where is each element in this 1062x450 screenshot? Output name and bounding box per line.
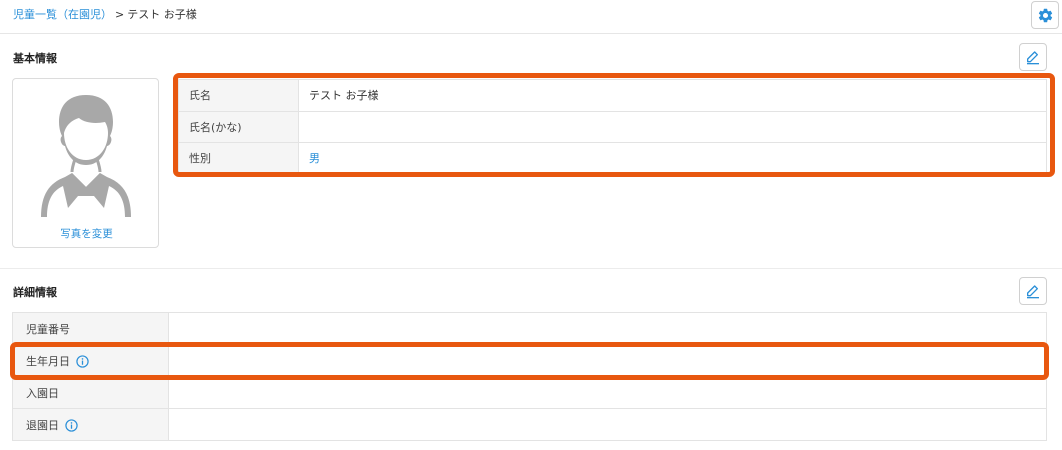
breadcrumb: 児童一覧（在園児） > テスト お子様 bbox=[13, 8, 197, 22]
birthdate-label: 生年月日 bbox=[26, 354, 70, 368]
photo-card: 写真を変更 bbox=[12, 78, 159, 248]
settings-button[interactable] bbox=[1031, 1, 1059, 29]
detail-info-title: 詳細情報 bbox=[13, 286, 57, 299]
enrollment-date-label: 入園日 bbox=[12, 376, 169, 409]
table-row: 生年月日 bbox=[12, 344, 1047, 377]
name-value: テスト お子様 bbox=[298, 79, 1047, 112]
child-number-label: 児童番号 bbox=[12, 312, 169, 345]
name-kana-label: 氏名(かな) bbox=[178, 110, 299, 143]
basic-info-table: 氏名 テスト お子様 氏名(かな) 性別 男 bbox=[178, 79, 1047, 175]
section-divider bbox=[0, 268, 1062, 269]
name-kana-value bbox=[298, 110, 1047, 143]
name-label: 氏名 bbox=[178, 79, 299, 112]
change-photo-link[interactable]: 写真を変更 bbox=[13, 226, 160, 241]
info-icon[interactable] bbox=[76, 355, 89, 368]
table-row: 氏名 テスト お子様 bbox=[178, 79, 1047, 112]
gear-icon bbox=[1038, 8, 1052, 22]
detail-info-table: 児童番号 生年月日 入園日 退園日 bbox=[12, 312, 1047, 441]
pencil-icon bbox=[1027, 51, 1039, 65]
withdrawal-date-value bbox=[168, 408, 1047, 441]
gender-label: 性別 bbox=[178, 142, 299, 175]
table-row: 性別 男 bbox=[178, 142, 1047, 175]
table-row: 児童番号 bbox=[12, 312, 1047, 345]
child-number-value bbox=[168, 312, 1047, 345]
edit-basic-info-button[interactable] bbox=[1019, 43, 1047, 71]
enrollment-date-value bbox=[168, 376, 1047, 409]
withdrawal-date-label-cell: 退園日 bbox=[12, 408, 169, 441]
withdrawal-date-label: 退園日 bbox=[26, 418, 59, 432]
edit-detail-info-button[interactable] bbox=[1019, 277, 1047, 305]
gender-value-text: 男 bbox=[309, 152, 320, 166]
table-row: 氏名(かな) bbox=[178, 110, 1047, 143]
birthdate-value bbox=[168, 344, 1047, 377]
table-row: 退園日 bbox=[12, 408, 1047, 441]
pencil-icon bbox=[1027, 285, 1039, 299]
birthdate-label-cell: 生年月日 bbox=[12, 344, 169, 377]
info-icon[interactable] bbox=[65, 419, 78, 432]
avatar bbox=[41, 95, 131, 217]
table-row: 入園日 bbox=[12, 376, 1047, 409]
breadcrumb-separator: > bbox=[115, 8, 125, 21]
top-bar: 児童一覧（在園児） > テスト お子様 bbox=[0, 0, 1062, 34]
gender-value: 男 bbox=[298, 142, 1047, 175]
breadcrumb-current: テスト お子様 bbox=[127, 8, 197, 21]
breadcrumb-link-child-list[interactable]: 児童一覧（在園児） bbox=[13, 8, 112, 21]
basic-info-title: 基本情報 bbox=[13, 52, 57, 65]
